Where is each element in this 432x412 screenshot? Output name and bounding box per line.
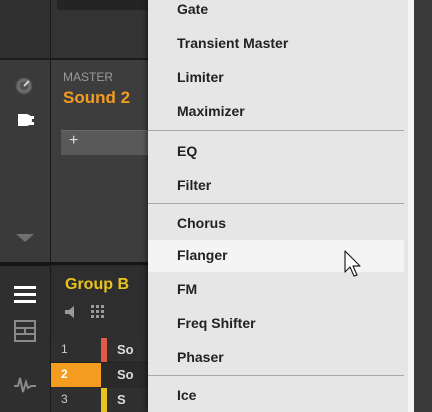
sound-color-stripe [101, 388, 107, 412]
panel-separator [0, 262, 148, 265]
sound-name[interactable]: Sound 2 [63, 88, 130, 108]
top-strip [51, 0, 148, 60]
menu-item-gate[interactable]: Gate [148, 0, 404, 26]
menu-scroll-track [414, 0, 432, 412]
menu-item-label: Limiter [177, 69, 224, 85]
waveform-icon[interactable] [14, 374, 36, 394]
menu-item-label: Chorus [177, 215, 226, 231]
menu-item-flanger[interactable]: Flanger [148, 240, 404, 272]
menu-item-phaser[interactable]: Phaser [148, 342, 404, 374]
menu-separator [148, 375, 404, 376]
menu-item-label: Gate [177, 1, 209, 17]
sound-row-name: So [107, 363, 148, 387]
sound-color-stripe [101, 338, 107, 362]
plugin-icon[interactable] [16, 112, 36, 132]
menu-item-maximizer[interactable]: Maximizer [148, 96, 404, 128]
collapse-arrow-icon[interactable] [16, 234, 34, 244]
group-icon-cell [0, 266, 50, 412]
menu-item-label: Flanger [177, 247, 228, 263]
menu-item-ice[interactable]: Ice [148, 380, 404, 412]
menu-item-label: Phaser [177, 349, 224, 365]
master-label: MASTER [63, 70, 114, 84]
pattern-view-icon[interactable] [14, 320, 36, 342]
mouse-cursor-icon [344, 250, 361, 277]
menu-item-label: Transient Master [177, 35, 289, 51]
speaker-icon[interactable] [65, 306, 77, 318]
plugin-dropdown-menu: Gate Transient Master Limiter Maximizer … [148, 0, 408, 412]
add-plugin-label: + [69, 132, 79, 149]
sound-row-number: 1 [61, 342, 68, 356]
master-panel: MASTER Sound 2 + [51, 60, 148, 262]
menu-item-label: Maximizer [177, 103, 245, 119]
sound-row-selected[interactable]: 2 So [51, 363, 148, 387]
top-strip-inner [57, 0, 148, 10]
add-plugin-button[interactable]: + [61, 130, 148, 155]
menu-item-label: Filter [177, 177, 212, 193]
left-icon-column [0, 0, 51, 412]
menu-item-fm[interactable]: FM [148, 274, 404, 306]
group-panel: Group B [51, 268, 148, 338]
menu-item-label: Freq Shifter [177, 315, 256, 331]
menu-item-label: Ice [177, 387, 197, 403]
menu-item-transient-master[interactable]: Transient Master [148, 28, 404, 60]
menu-item-label: FM [177, 281, 198, 297]
sound-row[interactable]: 1 So [51, 338, 148, 363]
menu-item-limiter[interactable]: Limiter [148, 62, 404, 94]
sound-row-number: 2 [61, 367, 68, 381]
menu-separator [148, 203, 404, 204]
grid-icon[interactable] [91, 305, 105, 319]
sound-row-name: S [117, 392, 126, 407]
knob-icon[interactable] [14, 76, 34, 96]
sound-row[interactable]: 3 S [51, 388, 148, 412]
group-name[interactable]: Group B [65, 276, 129, 294]
menu-item-freq-shifter[interactable]: Freq Shifter [148, 308, 404, 340]
menu-item-eq[interactable]: EQ [148, 136, 404, 168]
sound-list: 1 So 2 So 3 S [51, 338, 148, 412]
sound-row-number: 3 [61, 392, 68, 406]
top-icon-cell [0, 0, 50, 60]
sound-row-name: So [117, 342, 134, 357]
menu-separator [148, 130, 404, 131]
menu-item-chorus[interactable]: Chorus [148, 208, 404, 240]
channel-icon-cell [0, 62, 50, 262]
list-view-icon[interactable] [14, 284, 36, 304]
menu-item-label: EQ [177, 143, 198, 159]
menu-item-filter[interactable]: Filter [148, 170, 404, 202]
